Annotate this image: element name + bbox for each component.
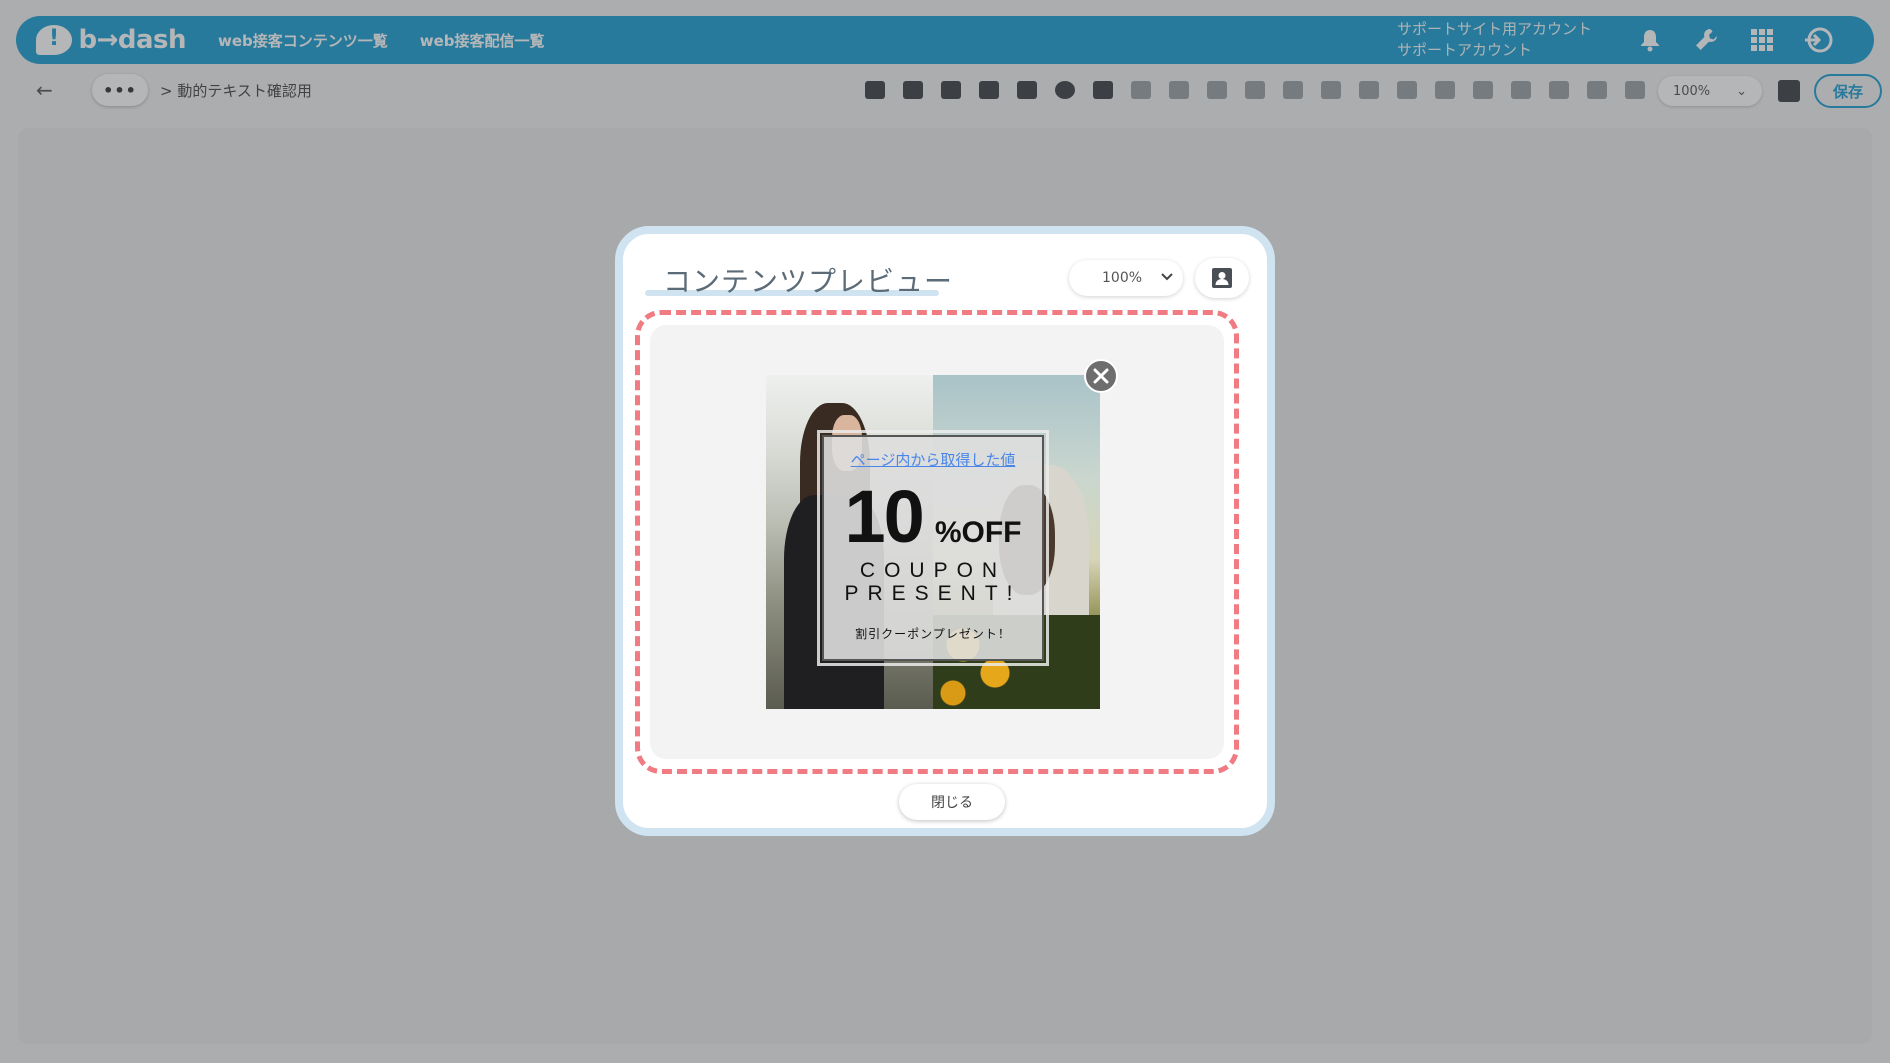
discount-unit: %OFF (934, 516, 1022, 549)
chevron-down-icon (1161, 269, 1173, 285)
coupon-subtext: 割引クーポンプレゼント！ (855, 627, 1011, 641)
user-preview-button[interactable] (1195, 258, 1249, 298)
popup-content: ページ内から取得した値 10 %OFF COUPON PRESENT! 割引クー… (766, 359, 1118, 709)
preview-zoom-value: 100% (1102, 270, 1143, 286)
close-button[interactable]: 閉じる (899, 784, 1005, 820)
content-preview-modal: コンテンツプレビュー 100% ページ内から取得した値 10 %OFF COUP… (615, 226, 1275, 836)
popup-close-icon[interactable] (1084, 359, 1118, 393)
coupon-heading-line1: COUPON (859, 559, 1007, 582)
preview-canvas: ページ内から取得した値 10 %OFF COUPON PRESENT! 割引クー… (650, 325, 1224, 759)
preview-frame: ページ内から取得した値 10 %OFF COUPON PRESENT! 割引クー… (635, 310, 1239, 774)
dynamic-text-link[interactable]: ページ内から取得した値 (824, 449, 1042, 470)
user-card-icon (1212, 268, 1232, 288)
discount-number: 10 (844, 475, 925, 558)
coupon-box: ページ内から取得した値 10 %OFF COUPON PRESENT! 割引クー… (817, 430, 1049, 666)
coupon-heading-line2: PRESENT! (844, 582, 1022, 605)
modal-title: コンテンツプレビュー (663, 265, 954, 298)
discount-amount: 10 %OFF (824, 474, 1042, 559)
preview-zoom-select[interactable]: 100% (1069, 260, 1183, 296)
